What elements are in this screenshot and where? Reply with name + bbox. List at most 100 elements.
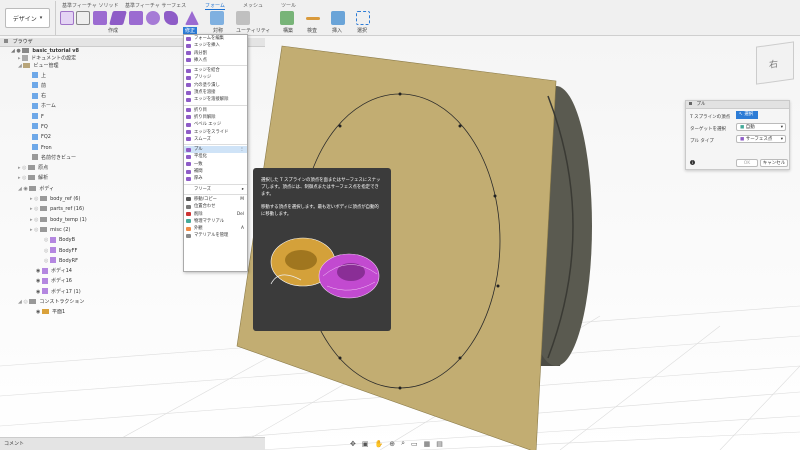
insert-icon[interactable] [331,11,345,25]
tree-item-view[interactable]: 上 [32,71,87,81]
sphere-icon[interactable] [146,11,160,25]
group-utility[interactable]: ユーティリティ [236,27,270,34]
menu-item-weld-vertices[interactable]: 頂点を溶接 [184,89,247,96]
group-construct[interactable]: 構築 [283,27,293,34]
tree-item-construction[interactable]: ◢ ◎ コンストラクション [18,297,87,307]
menu-item-pull[interactable]: プル ⋮ [184,146,247,154]
plane-icon[interactable] [109,11,127,25]
comments-panel[interactable]: コメント [0,437,265,450]
dialog-header[interactable]: プル [686,101,789,109]
look-at-icon[interactable]: ▣ [362,440,369,448]
menu-item-edit-form[interactable]: フォームを編集 [184,35,247,42]
tab-form[interactable]: フォーム [205,2,225,10]
tab-solid[interactable]: 基準フィーチャ ソリッド [62,2,118,9]
tree-item-folder[interactable]: ▸ ◎ misc (2) [30,225,87,235]
menu-item-crease[interactable]: 折り目 [184,107,247,114]
group-insert[interactable]: 挿入 [332,27,342,34]
menu-item-move-copy[interactable]: 移動/コピー M [184,196,247,203]
menu-item-freeze[interactable]: フリーズ ▸ [184,186,247,193]
menu-item-uncrease[interactable]: 折り目解除 [184,114,247,121]
grid-icon[interactable]: ▦ [424,440,431,448]
target-dropdown[interactable]: ■ 自動 ▾ [736,123,786,131]
tree-item-view[interactable]: 前 [32,81,87,91]
menu-item-smooth[interactable]: スムーズ [184,136,247,143]
menu-item-slide-edge[interactable]: エッジをスライド [184,129,247,136]
cube-icon[interactable] [93,11,107,25]
tree-item-origin[interactable]: ▸ ◎ 原点 [18,163,87,173]
create-form-icon[interactable] [60,11,74,25]
construct-icon[interactable] [280,11,294,25]
tree-item-body[interactable]: ◎ BodyFF [44,246,87,256]
tree-item-named-views[interactable]: 名前付きビュー [32,153,87,163]
vertex-select-button[interactable]: ↖ 選択 [736,111,758,119]
menu-item-appearance[interactable]: 外観 A [184,225,247,232]
menu-item-match[interactable]: 一致 [184,161,247,168]
tree-item-body[interactable]: ◎ BodyB [44,235,87,245]
menu-item-unweld-edges[interactable]: エッジを溶接解除 [184,96,247,103]
menu-item-align[interactable]: 位置合わせ [184,203,247,210]
tab-surface[interactable]: 基準フィーチャ サーフェス [125,2,186,9]
tree-item-view[interactable]: Fron [32,143,87,153]
display-settings-icon[interactable]: ▭ [411,440,418,448]
tree-item-view[interactable]: FQ [32,122,87,132]
menu-item-interpolate[interactable]: 補間 [184,168,247,175]
ok-button[interactable]: OK [736,159,758,167]
select-icon[interactable] [356,11,370,25]
orbit-icon[interactable]: ✥ [350,440,356,448]
fit-icon[interactable]: ⌕ [401,439,405,448]
tree-item-view[interactable]: ホーム [32,101,87,111]
tree-item-folder[interactable]: ▸ ◎ body_temp (1) [30,215,87,225]
viewcube[interactable]: 右 [756,41,794,85]
group-inspect[interactable]: 検査 [307,27,317,34]
tree-item-view-manager[interactable]: ◢ ビュー管理 [18,62,87,70]
tree-item-analysis[interactable]: ▸ ◎ 解析 [18,173,87,183]
menu-item-thicken[interactable]: 厚み [184,175,247,182]
menu-item-insert-edge[interactable]: エッジを挿入 [184,42,247,49]
symmetry-icon[interactable] [210,11,224,25]
workspace-switcher-button[interactable]: デザイン ▾ [5,8,50,28]
tab-mesh[interactable]: メッシュ [243,2,263,9]
menu-item-manage-materials[interactable]: マテリアルを管理 [184,232,247,239]
menu-item-merge-edge[interactable]: エッジを結合 [184,67,247,74]
menu-item-bevel-edge[interactable]: ベベル エッジ [184,121,247,128]
group-create[interactable]: 作成 [108,27,118,34]
tab-tools[interactable]: ツール [281,2,296,9]
info-icon[interactable]: i [690,160,695,165]
viewport-canvas[interactable] [0,36,800,450]
tree-item-doc-settings[interactable]: ▸ ドキュメントの設定 [18,55,87,63]
menu-item-insert-point[interactable]: 挿入点 [184,57,247,64]
tree-item-folder[interactable]: ▸ ◎ parts_ref (16) [30,204,87,214]
viewports-icon[interactable]: ▤ [436,440,443,448]
tree-item-view[interactable]: F [32,112,87,122]
collapse-icon[interactable] [4,39,8,43]
tree-item-body[interactable]: ◉ ボディ16 [36,276,87,286]
tree-item-root[interactable]: ◢ ● basic_tutorial v8 [11,48,87,55]
cancel-button[interactable]: キャンセル [760,159,788,167]
box-icon[interactable] [76,11,90,25]
tree-item-view[interactable]: 右 [32,91,87,101]
tree-item-body[interactable]: ◉ ボディ17 (1) [36,287,87,297]
pan-icon[interactable]: ✋ [375,440,384,448]
menu-item-flatten[interactable]: 平坦化 [184,153,247,160]
measure-icon[interactable] [306,17,320,20]
cylinder-icon[interactable] [129,11,143,25]
tree-item-bodies[interactable]: ◢ ◉ ボディ [18,184,87,194]
group-modify[interactable]: 修正 [183,27,198,34]
menu-item-subdivide[interactable]: 再分割 [184,50,247,57]
menu-item-physical-material[interactable]: 物理マテリアル [184,218,247,225]
tree-item-body[interactable]: ◎ BodyRF [44,256,87,266]
torus-icon[interactable] [164,11,178,25]
menu-item-bridge[interactable]: ブリッジ [184,74,247,81]
zoom-icon[interactable]: ⊕ [389,440,395,448]
tree-item-view[interactable]: FQ2 [32,132,87,142]
tree-item-body[interactable]: ◉ ボディ14 [36,266,87,276]
pull-type-dropdown[interactable]: ■ サーフェス点 ▾ [736,135,786,143]
utility-icon[interactable] [236,11,250,25]
modify-icon[interactable] [185,11,199,25]
group-symmetry[interactable]: 対称 [213,27,223,34]
tree-item-folder[interactable]: ▸ ◎ body_ref (6) [30,194,87,204]
menu-item-fill-hole[interactable]: 穴の塗り潰し [184,82,247,89]
tree-item-plane[interactable]: ◉ 平面1 [36,307,87,317]
group-select[interactable]: 選択 [357,27,367,34]
menu-item-delete[interactable]: 削除 Del [184,211,247,218]
